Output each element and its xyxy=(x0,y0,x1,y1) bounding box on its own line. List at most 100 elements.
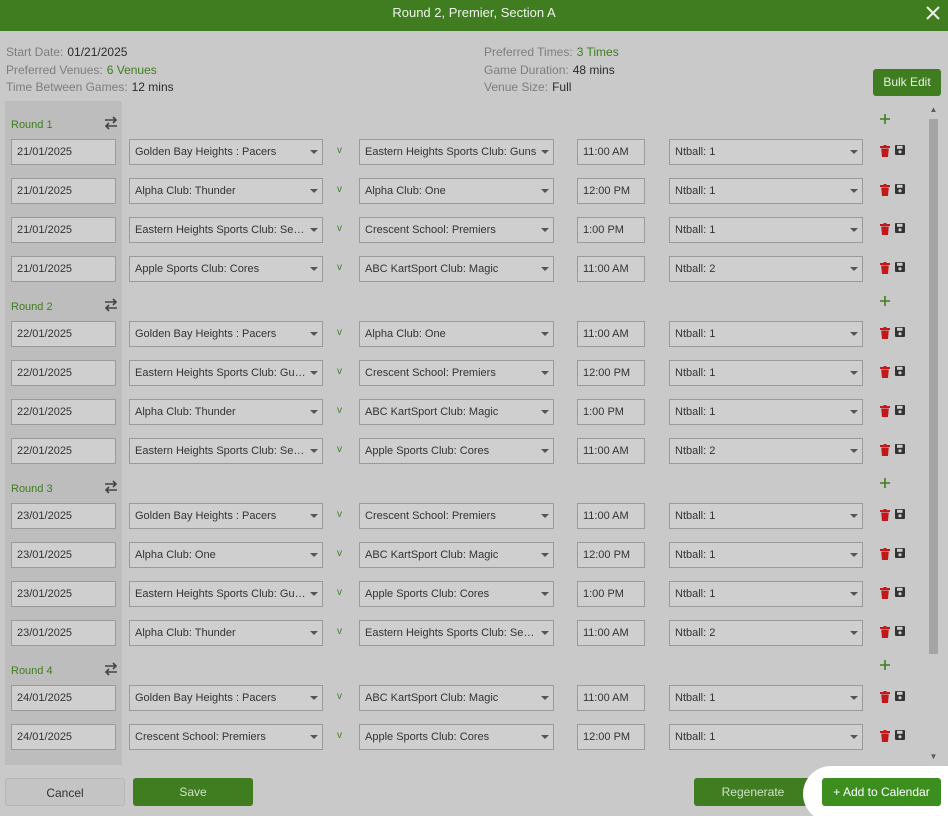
away-team-select[interactable]: Apple Sports Club: Cores xyxy=(359,724,554,750)
home-team-select[interactable]: Eastern Heights Sports Club: Seniors xyxy=(129,438,323,464)
venue-select[interactable]: Ntball: 1 xyxy=(669,399,863,425)
away-team-select[interactable]: Eastern Heights Sports Club: Seniors xyxy=(359,620,554,646)
delete-icon[interactable] xyxy=(880,184,890,196)
delete-icon[interactable] xyxy=(880,327,890,339)
venue-select[interactable]: Ntball: 1 xyxy=(669,217,863,243)
match-time-input[interactable]: 12:00 PM xyxy=(577,542,645,568)
venue-select[interactable]: Ntball: 1 xyxy=(669,685,863,711)
away-team-select[interactable]: Alpha Club: One xyxy=(359,178,554,204)
add-match-icon[interactable] xyxy=(879,113,891,125)
save-icon[interactable] xyxy=(895,444,905,454)
match-date-input[interactable]: 22/01/2025 xyxy=(11,399,116,425)
home-team-select[interactable]: Golden Bay Heights : Pacers xyxy=(129,321,323,347)
match-date-input[interactable]: 23/01/2025 xyxy=(11,542,116,568)
bulk-edit-button[interactable]: Bulk Edit xyxy=(873,69,941,96)
away-team-select[interactable]: Apple Sports Club: Cores xyxy=(359,438,554,464)
home-team-select[interactable]: Golden Bay Heights : Pacers xyxy=(129,139,323,165)
preferred-times-link[interactable]: 3 Times xyxy=(577,45,619,59)
away-team-select[interactable]: ABC KartSport Club: Magic xyxy=(359,542,554,568)
venue-select[interactable]: Ntball: 2 xyxy=(669,438,863,464)
save-icon[interactable] xyxy=(895,509,905,519)
match-time-input[interactable]: 1:00 PM xyxy=(577,399,645,425)
match-date-input[interactable]: 21/01/2025 xyxy=(11,256,116,282)
add-match-icon[interactable] xyxy=(879,477,891,489)
match-time-input[interactable]: 11:00 AM xyxy=(577,256,645,282)
match-date-input[interactable]: 21/01/2025 xyxy=(11,178,116,204)
home-team-select[interactable]: Eastern Heights Sports Club: Seniors xyxy=(129,217,323,243)
away-team-select[interactable]: ABC KartSport Club: Magic xyxy=(359,399,554,425)
away-team-select[interactable]: ABC KartSport Club: Magic xyxy=(359,685,554,711)
match-time-input[interactable]: 1:00 PM xyxy=(577,217,645,243)
delete-icon[interactable] xyxy=(880,444,890,456)
home-team-select[interactable]: Eastern Heights Sports Club: Guns xyxy=(129,581,323,607)
delete-icon[interactable] xyxy=(880,405,890,417)
delete-icon[interactable] xyxy=(880,223,890,235)
venue-select[interactable]: Ntball: 1 xyxy=(669,581,863,607)
swap-icon[interactable] xyxy=(104,116,118,130)
venue-select[interactable]: Ntball: 1 xyxy=(669,178,863,204)
match-time-input[interactable]: 12:00 PM xyxy=(577,360,645,386)
match-time-input[interactable]: 12:00 PM xyxy=(577,724,645,750)
home-team-select[interactable]: Alpha Club: Thunder xyxy=(129,399,323,425)
home-team-select[interactable]: Golden Bay Heights : Pacers xyxy=(129,685,323,711)
save-icon[interactable] xyxy=(895,223,905,233)
save-icon[interactable] xyxy=(895,405,905,415)
swap-icon[interactable] xyxy=(104,480,118,494)
match-date-input[interactable]: 22/01/2025 xyxy=(11,438,116,464)
home-team-select[interactable]: Golden Bay Heights : Pacers xyxy=(129,503,323,529)
save-icon[interactable] xyxy=(895,587,905,597)
match-time-input[interactable]: 11:00 AM xyxy=(577,685,645,711)
save-icon[interactable] xyxy=(895,184,905,194)
save-icon[interactable] xyxy=(895,626,905,636)
venue-select[interactable]: Ntball: 1 xyxy=(669,360,863,386)
regenerate-button[interactable]: Regenerate xyxy=(694,778,812,806)
home-team-select[interactable]: Alpha Club: One xyxy=(129,542,323,568)
save-icon[interactable] xyxy=(895,366,905,376)
away-team-select[interactable]: Eastern Heights Sports Club: Guns xyxy=(359,139,554,165)
away-team-select[interactable]: ABC KartSport Club: Magic xyxy=(359,256,554,282)
match-time-input[interactable]: 11:00 AM xyxy=(577,321,645,347)
match-time-input[interactable]: 11:00 AM xyxy=(577,438,645,464)
match-time-input[interactable]: 12:00 PM xyxy=(577,178,645,204)
close-icon[interactable] xyxy=(924,4,942,22)
venue-select[interactable]: Ntball: 1 xyxy=(669,542,863,568)
match-date-input[interactable]: 24/01/2025 xyxy=(11,685,116,711)
match-date-input[interactable]: 21/01/2025 xyxy=(11,217,116,243)
delete-icon[interactable] xyxy=(880,509,890,521)
away-team-select[interactable]: Apple Sports Club: Cores xyxy=(359,581,554,607)
delete-icon[interactable] xyxy=(880,145,890,157)
away-team-select[interactable]: Crescent School: Premiers xyxy=(359,503,554,529)
match-date-input[interactable]: 24/01/2025 xyxy=(11,724,116,750)
match-date-input[interactable]: 23/01/2025 xyxy=(11,503,116,529)
save-icon[interactable] xyxy=(895,327,905,337)
venue-select[interactable]: Ntball: 1 xyxy=(669,503,863,529)
away-team-select[interactable]: Crescent School: Premiers xyxy=(359,217,554,243)
match-date-input[interactable]: 21/01/2025 xyxy=(11,139,116,165)
scroll-up-icon[interactable]: ▲ xyxy=(929,105,938,115)
scroll-down-icon[interactable]: ▼ xyxy=(929,752,938,762)
delete-icon[interactable] xyxy=(880,691,890,703)
add-match-icon[interactable] xyxy=(879,295,891,307)
fixtures-list[interactable]: ▲ ▼ Round 1 21/01/2025 Golden Bay Heights … xyxy=(5,101,941,765)
save-icon[interactable] xyxy=(895,145,905,155)
preferred-venues-link[interactable]: 6 Venues xyxy=(107,63,157,77)
venue-select[interactable]: Ntball: 1 xyxy=(669,139,863,165)
match-date-input[interactable]: 22/01/2025 xyxy=(11,321,116,347)
venue-select[interactable]: Ntball: 2 xyxy=(669,256,863,282)
match-date-input[interactable]: 23/01/2025 xyxy=(11,620,116,646)
venue-select[interactable]: Ntball: 1 xyxy=(669,321,863,347)
save-icon[interactable] xyxy=(895,730,905,740)
delete-icon[interactable] xyxy=(880,730,890,742)
fixtures-scrollbar[interactable]: ▲ ▼ xyxy=(927,101,939,765)
scrollbar-thumb[interactable] xyxy=(929,119,938,654)
match-date-input[interactable]: 22/01/2025 xyxy=(11,360,116,386)
venue-select[interactable]: Ntball: 2 xyxy=(669,620,863,646)
home-team-select[interactable]: Eastern Heights Sports Club: Guns xyxy=(129,360,323,386)
delete-icon[interactable] xyxy=(880,366,890,378)
home-team-select[interactable]: Apple Sports Club: Cores xyxy=(129,256,323,282)
save-icon[interactable] xyxy=(895,262,905,272)
save-icon[interactable] xyxy=(895,691,905,701)
match-time-input[interactable]: 1:00 PM xyxy=(577,581,645,607)
save-button[interactable]: Save xyxy=(133,778,253,806)
swap-icon[interactable] xyxy=(104,662,118,676)
